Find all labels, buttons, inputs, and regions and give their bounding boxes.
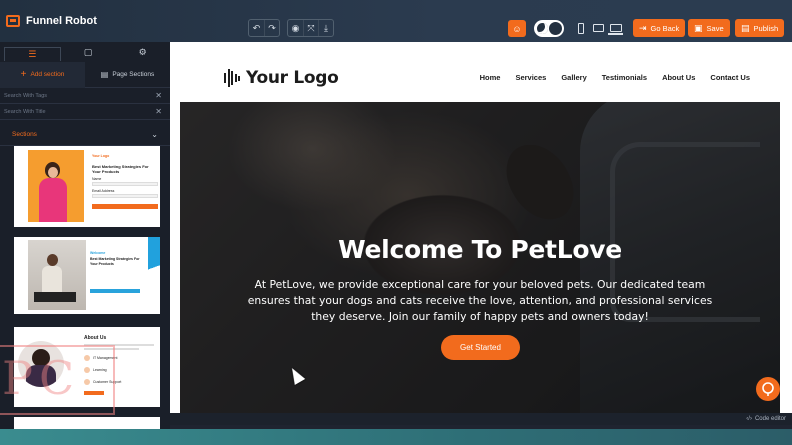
list-icon: ▤ [100, 70, 109, 79]
publish-button[interactable]: ▤ Publish [735, 19, 785, 37]
page-sections-label: Page Sections [112, 71, 155, 78]
code-editor-button[interactable]: Code editor [755, 416, 786, 422]
search-tags-input[interactable]: Search With Tags ✕ [0, 88, 170, 104]
thumbnail-woman-image [18, 341, 64, 387]
download-icon[interactable]: ⤓ [318, 20, 333, 36]
app-title: Funnel Robot [26, 15, 97, 27]
top-bar: Funnel Robot ↶ ↷ ◉ ⤧ ⤓ ☺ ⇥ Go Back ▣ Sav… [0, 0, 792, 42]
view-group: ◉ ⤧ ⤓ [287, 19, 334, 37]
hero-section[interactable]: Welcome To PetLove At PetLove, we provid… [180, 102, 780, 413]
thumbnail-blue-accent [148, 237, 160, 314]
save-button[interactable]: ▣ Save [688, 19, 730, 37]
chevron-down-icon: ⌄ [151, 130, 158, 139]
thumbnail-man-image [28, 240, 86, 310]
thumb-button [92, 204, 158, 209]
sections-header[interactable]: Sections ⌄ [0, 124, 170, 146]
thumb-field2 [92, 194, 158, 198]
history-group: ↶ ↷ [248, 19, 280, 37]
tablet-view-icon[interactable] [591, 21, 605, 35]
nav-link-home[interactable]: Home [480, 73, 501, 82]
thumb-item: IT Management [84, 355, 117, 361]
save-label: Save [706, 23, 724, 33]
add-section-label: Add section [30, 71, 65, 78]
redo-icon[interactable]: ↷ [264, 20, 279, 36]
hero-text: At PetLove, we provide exceptional care … [247, 278, 713, 323]
sections-label: Sections [12, 131, 37, 138]
thumb-logo: Your Logo [92, 154, 110, 158]
nav-link-contact-us[interactable]: Contact Us [710, 73, 750, 82]
theme-toggle[interactable] [534, 20, 564, 37]
thumb-button [84, 391, 104, 395]
thumb-button [90, 289, 140, 293]
thumb-heading: Best Marketing Strategies For Your Produ… [92, 164, 149, 174]
site-logo[interactable]: Your Logo [224, 68, 339, 88]
mobile-view-icon[interactable] [574, 21, 588, 35]
tab-sections[interactable]: ☰ [4, 47, 61, 61]
save-icon: ▣ [694, 22, 703, 33]
thumb-field1 [92, 182, 158, 186]
section-thumbnail[interactable]: Your Logo Best Marketing Strategies For … [14, 146, 160, 227]
desktop-view-icon[interactable] [608, 21, 623, 35]
thumb-text-line [84, 344, 154, 346]
nav-link-about-us[interactable]: About Us [662, 73, 695, 82]
funnel-robot-logo-icon [6, 15, 20, 27]
section-thumbnail[interactable]: About Us IT Management Learning Customer… [14, 327, 160, 407]
brand: Funnel Robot [0, 15, 97, 27]
sidebar-actions: + Add section ▤ Page Sections [0, 61, 170, 88]
sound-bars-icon [224, 69, 240, 87]
thumb-item: Customer Support [84, 379, 121, 385]
go-back-icon: ⇥ [639, 22, 647, 33]
thumb-field2-label: Email Address [92, 189, 115, 193]
help-icon [762, 382, 774, 396]
expand-icon[interactable]: ⤧ [303, 20, 318, 36]
site-logo-text: Your Logo [246, 68, 339, 88]
sidebar-tabs: ☰ ▢ ⚙ [0, 42, 170, 62]
go-back-label: Go Back [650, 23, 680, 33]
nav-link-testimonials[interactable]: Testimonials [602, 73, 647, 82]
site-nav-links: Home Services Gallery Testimonials About… [480, 73, 750, 82]
robot-icon[interactable]: ☺ [508, 20, 526, 37]
undo-icon[interactable]: ↶ [249, 20, 264, 36]
thumb-about-title: About Us [84, 335, 107, 341]
thumb-subheading: Best Marketing Strategies For Your Produ… [90, 257, 140, 266]
clear-tags-icon[interactable]: ✕ [155, 91, 162, 100]
thumb-welcome: Welcome [90, 251, 106, 255]
thumbnail-person-image [36, 158, 68, 222]
section-thumbnail[interactable]: Welcome Best Marketing Strategies For Yo… [14, 237, 160, 314]
hero-title: Welcome To PetLove [338, 235, 622, 264]
tab-pages[interactable]: ▢ [61, 42, 116, 62]
canvas-footer: ‹/› Code editor [170, 413, 792, 425]
site-header: Your Logo Home Services Gallery Testimon… [170, 42, 792, 102]
nav-link-services[interactable]: Services [515, 73, 546, 82]
search-tags-placeholder: Search With Tags [4, 92, 48, 99]
publish-label: Publish [753, 23, 779, 33]
clear-title-icon[interactable]: ✕ [155, 107, 162, 116]
code-icon: ‹/› [746, 416, 752, 422]
plus-icon: + [20, 69, 27, 80]
section-thumbnail[interactable] [14, 417, 160, 429]
eye-icon[interactable]: ◉ [288, 20, 303, 36]
bottom-band [0, 429, 792, 445]
thumb-text-line [84, 348, 139, 350]
search-title-placeholder: Search With Title [4, 108, 46, 115]
nav-link-gallery[interactable]: Gallery [561, 73, 586, 82]
get-started-button[interactable]: Get Started [441, 335, 520, 360]
editor-canvas: Your Logo Home Services Gallery Testimon… [170, 42, 792, 413]
publish-icon: ▤ [741, 22, 750, 33]
thumb-field1-label: Name [92, 177, 102, 181]
add-section-button[interactable]: + Add section [0, 61, 85, 88]
thumb-item: Learning [84, 367, 107, 373]
help-fab-button[interactable] [756, 377, 780, 401]
tab-settings[interactable]: ⚙ [115, 42, 170, 62]
page-sections-button[interactable]: ▤ Page Sections [85, 62, 170, 88]
search-title-input[interactable]: Search With Title ✕ [0, 104, 170, 120]
go-back-button[interactable]: ⇥ Go Back [633, 19, 686, 37]
